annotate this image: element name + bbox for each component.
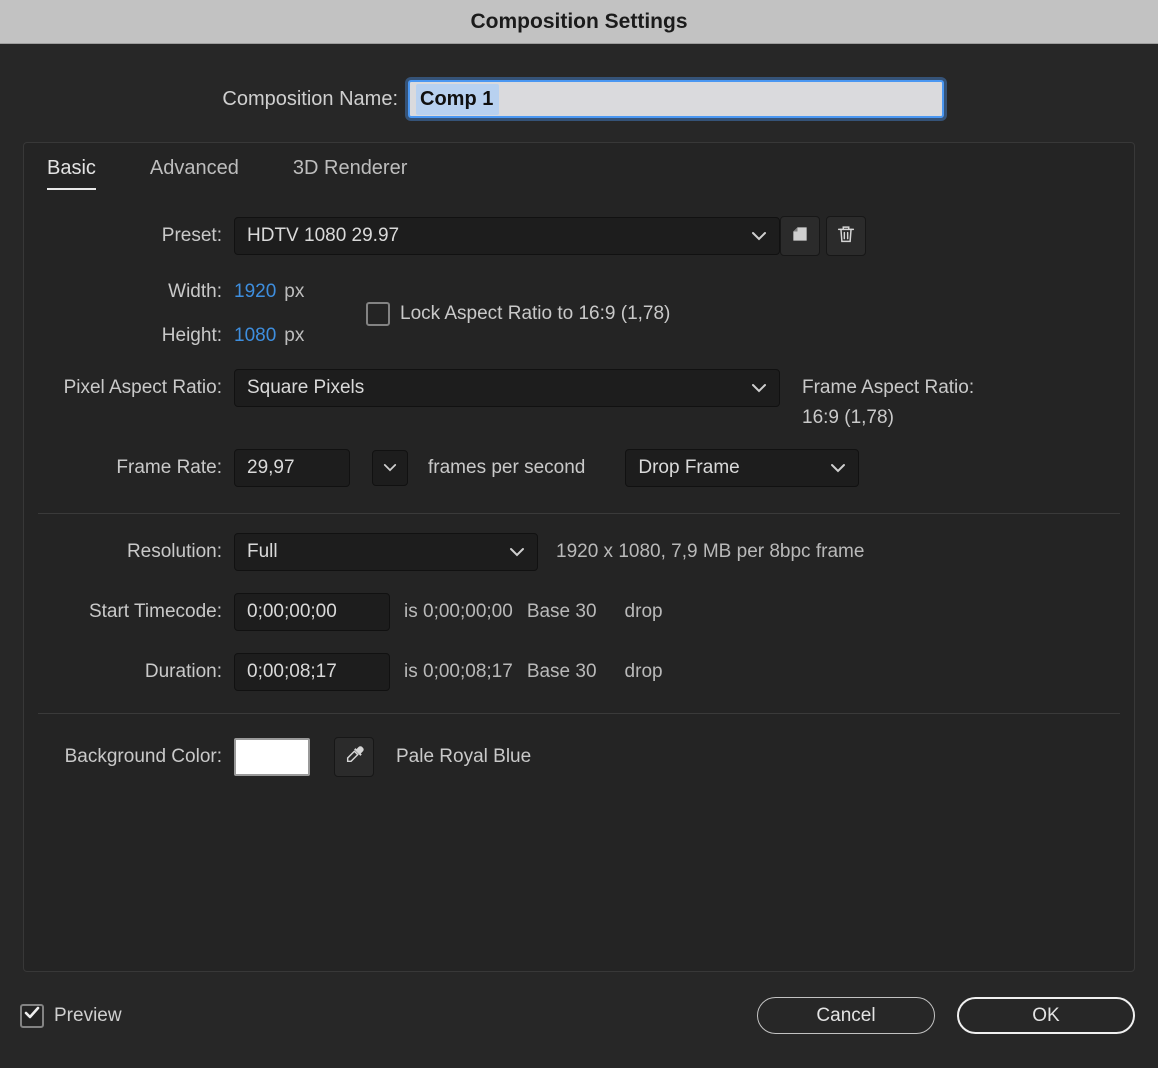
composition-name-input[interactable]: Comp 1	[408, 80, 944, 118]
duration-row: Duration: 0;00;08;17 is 0;00;08;17 Base …	[24, 653, 1134, 691]
tab-basic[interactable]: Basic	[47, 157, 96, 190]
resolution-value: Full	[247, 541, 278, 562]
cancel-button[interactable]: Cancel	[757, 997, 935, 1034]
settings-panel: Basic Advanced 3D Renderer Preset: HDTV …	[23, 142, 1135, 972]
composition-settings-dialog: Composition Settings Composition Name: C…	[0, 0, 1158, 1068]
pixel-aspect-ratio-value: Square Pixels	[247, 377, 365, 398]
composition-name-value: Comp 1	[416, 83, 500, 115]
composition-name-row: Composition Name: Comp 1	[0, 80, 1158, 118]
preview-checkbox[interactable]	[20, 1003, 44, 1028]
preset-dropdown[interactable]: HDTV 1080 29.97	[234, 217, 780, 255]
background-color-label: Background Color:	[64, 746, 222, 767]
start-timecode-value: 0;00;00;00	[247, 601, 337, 622]
chevron-down-icon	[509, 547, 525, 557]
save-preset-button[interactable]	[780, 216, 820, 256]
preview-toggle[interactable]: Preview	[20, 1003, 122, 1028]
section-divider	[38, 713, 1120, 714]
start-timecode-drop: drop	[624, 601, 663, 622]
height-value[interactable]: 1080	[234, 325, 276, 347]
height-label: Height:	[161, 325, 222, 346]
dialog-title: Composition Settings	[470, 9, 688, 33]
start-timecode-input[interactable]: 0;00;00;00	[234, 593, 390, 631]
frame-rate-preset-dropdown[interactable]	[372, 450, 408, 486]
preset-label: Preset:	[161, 225, 222, 246]
background-color-swatch[interactable]	[234, 738, 310, 776]
composition-name-label: Composition Name:	[222, 87, 398, 110]
width-value[interactable]: 1920	[234, 281, 276, 303]
frame-rate-value: 29,97	[247, 457, 295, 478]
background-color-row: Background Color: Pale Royal Blue	[24, 737, 1134, 777]
tab-bar: Basic Advanced 3D Renderer	[24, 143, 1134, 190]
pixel-aspect-ratio-dropdown[interactable]: Square Pixels	[234, 369, 780, 407]
dialog-titlebar[interactable]: Composition Settings	[0, 0, 1158, 44]
pixel-aspect-ratio-label: Pixel Aspect Ratio:	[63, 377, 222, 398]
ok-button[interactable]: OK	[957, 997, 1135, 1034]
chevron-down-icon	[751, 383, 767, 393]
eyedropper-icon	[343, 744, 365, 771]
basic-tab-content: Preset: HDTV 1080 29.97 Width: 1920 px L…	[24, 190, 1134, 777]
section-divider	[38, 513, 1120, 514]
start-timecode-label: Start Timecode:	[88, 601, 222, 622]
resolution-dropdown[interactable]: Full	[234, 533, 538, 571]
preset-row: Preset: HDTV 1080 29.97	[24, 216, 1134, 256]
preview-label: Preview	[54, 1004, 122, 1026]
drop-frame-dropdown[interactable]: Drop Frame	[625, 449, 860, 487]
lock-aspect-checkbox[interactable]	[366, 302, 390, 326]
duration-value: 0;00;08;17	[247, 661, 337, 682]
preset-value: HDTV 1080 29.97	[247, 225, 400, 246]
duration-drop: drop	[624, 661, 663, 682]
tab-advanced[interactable]: Advanced	[150, 157, 239, 190]
resolution-label: Resolution:	[126, 541, 222, 562]
width-label: Width:	[168, 281, 222, 302]
dialog-footer: Preview Cancel OK	[20, 997, 1135, 1034]
lock-aspect-label: Lock Aspect Ratio to 16:9 (1,78)	[400, 303, 671, 324]
resolution-info: 1920 x 1080, 7,9 MB per 8bpc frame	[556, 541, 865, 562]
checkmark-icon	[24, 1006, 40, 1025]
trash-icon	[835, 223, 857, 250]
dimensions-block: Width: 1920 px Lock Aspect Ratio to 16:9…	[24, 281, 1134, 347]
duration-is: is 0;00;08;17	[404, 661, 513, 682]
frame-aspect-ratio-label: Frame Aspect Ratio:	[802, 377, 975, 398]
duration-base: Base 30	[526, 661, 597, 682]
start-timecode-is: is 0;00;00;00	[404, 601, 513, 622]
frame-aspect-ratio-block: Frame Aspect Ratio: 16:9 (1,78)	[802, 369, 974, 433]
pixel-aspect-ratio-row: Pixel Aspect Ratio: Square Pixels Frame …	[24, 369, 1134, 433]
resolution-row: Resolution: Full 1920 x 1080, 7,9 MB per…	[24, 533, 1134, 571]
width-unit: px	[284, 281, 305, 302]
delete-preset-button[interactable]	[826, 216, 866, 256]
height-unit: px	[284, 325, 305, 346]
duration-input[interactable]: 0;00;08;17	[234, 653, 390, 691]
frames-per-second-label: frames per second	[428, 457, 586, 478]
frame-aspect-ratio-value: 16:9 (1,78)	[802, 407, 894, 428]
start-timecode-row: Start Timecode: 0;00;00;00 is 0;00;00;00…	[24, 593, 1134, 631]
frame-rate-input[interactable]: 29,97	[234, 449, 350, 487]
chevron-down-icon	[383, 459, 397, 477]
chevron-down-icon	[830, 463, 846, 473]
start-timecode-base: Base 30	[526, 601, 597, 622]
save-preset-icon	[790, 224, 810, 249]
duration-label: Duration:	[144, 661, 222, 682]
width-row: Width: 1920 px	[24, 281, 1134, 303]
drop-frame-value: Drop Frame	[638, 457, 740, 478]
height-row: Height: 1080 px	[24, 325, 1134, 347]
background-color-name: Pale Royal Blue	[396, 746, 532, 767]
frame-rate-label: Frame Rate:	[116, 457, 222, 478]
tab-3d-renderer[interactable]: 3D Renderer	[293, 157, 408, 190]
lock-aspect-ratio[interactable]: Lock Aspect Ratio to 16:9 (1,78)	[366, 302, 670, 326]
chevron-down-icon	[751, 231, 767, 241]
frame-rate-row: Frame Rate: 29,97 frames per second Drop…	[24, 449, 1134, 487]
eyedropper-button[interactable]	[334, 737, 374, 777]
